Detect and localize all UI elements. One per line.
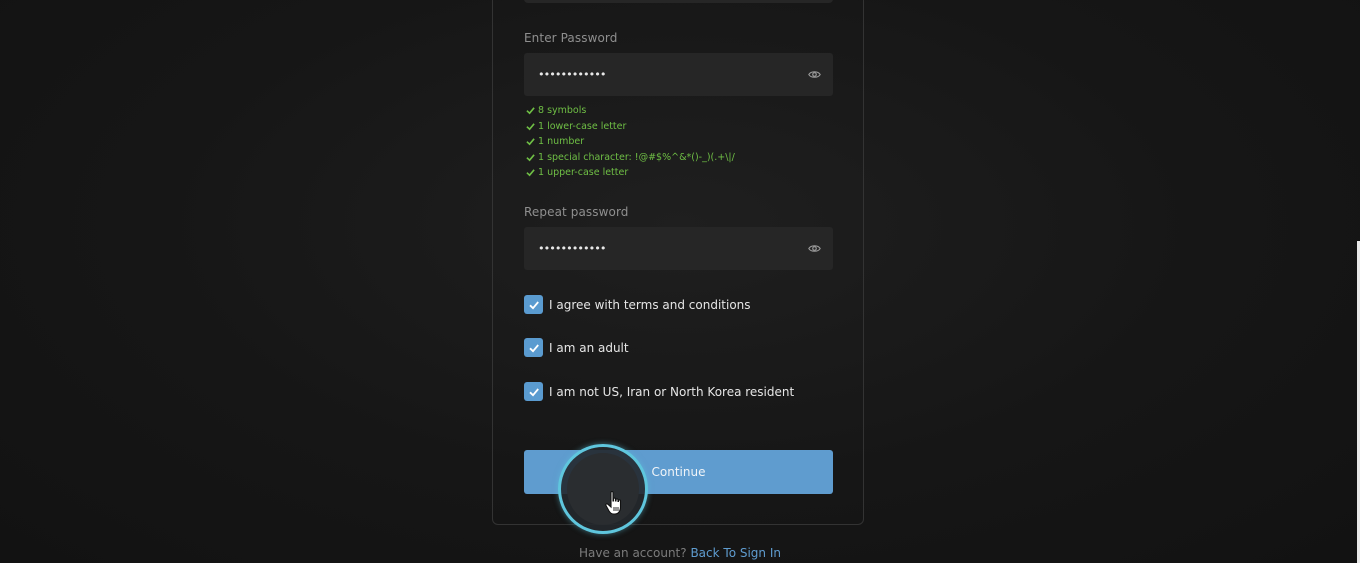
rule-item: 1 number bbox=[526, 134, 735, 150]
repeat-password-label: Repeat password bbox=[524, 205, 629, 219]
rule-item: 1 lower-case letter bbox=[526, 119, 735, 135]
terms-checkbox-row[interactable]: I agree with terms and conditions bbox=[524, 295, 751, 314]
adult-checkbox[interactable] bbox=[524, 338, 543, 357]
rule-item: 1 upper-case letter bbox=[526, 165, 735, 181]
rule-item: 1 special character: !@#$%^&*()-_)(.+\|/ bbox=[526, 150, 735, 166]
eye-icon[interactable] bbox=[808, 242, 821, 255]
hand-cursor-icon bbox=[605, 490, 622, 515]
password-label: Enter Password bbox=[524, 31, 618, 45]
terms-checkbox-label: I agree with terms and conditions bbox=[549, 297, 751, 312]
terms-checkbox[interactable] bbox=[524, 295, 543, 314]
checkmark-icon bbox=[528, 343, 539, 353]
back-to-sign-in-link[interactable]: Back To Sign In bbox=[690, 546, 781, 560]
check-icon bbox=[526, 107, 535, 115]
residency-checkbox-label: I am not US, Iran or North Korea residen… bbox=[549, 384, 795, 399]
rule-text: 1 number bbox=[538, 136, 585, 148]
repeat-password-value: •••••••••••• bbox=[538, 242, 606, 255]
rule-text: 1 special character: !@#$%^&*()-_)(.+\|/ bbox=[538, 151, 735, 163]
click-indicator bbox=[558, 444, 648, 534]
adult-checkbox-label: I am an adult bbox=[549, 340, 629, 355]
rule-text: 1 lower-case letter bbox=[538, 120, 627, 132]
adult-checkbox-row[interactable]: I am an adult bbox=[524, 338, 629, 357]
click-indicator-inner bbox=[567, 453, 639, 525]
check-icon bbox=[526, 123, 535, 131]
residency-checkbox-row[interactable]: I am not US, Iran or North Korea residen… bbox=[524, 382, 794, 401]
have-account-text: Have an account? bbox=[579, 546, 687, 560]
password-value: •••••••••••• bbox=[538, 68, 606, 81]
rule-item: 8 symbols bbox=[526, 103, 735, 119]
previous-field[interactable] bbox=[524, 0, 833, 3]
checkmark-icon bbox=[528, 300, 539, 310]
password-rules: 8 symbols 1 lower-case letter 1 number 1… bbox=[526, 103, 735, 181]
signin-footer: Have an account? Back To Sign In bbox=[0, 546, 1360, 560]
rule-text: 8 symbols bbox=[538, 105, 587, 117]
password-field[interactable]: •••••••••••• bbox=[524, 53, 833, 96]
eye-icon[interactable] bbox=[808, 68, 821, 81]
repeat-password-field[interactable]: •••••••••••• bbox=[524, 227, 833, 270]
residency-checkbox[interactable] bbox=[524, 382, 543, 401]
check-icon bbox=[526, 138, 535, 146]
page: Enter Password •••••••••••• 8 symbols 1 … bbox=[0, 0, 1360, 563]
check-icon bbox=[526, 169, 535, 177]
rule-text: 1 upper-case letter bbox=[538, 167, 629, 179]
check-icon bbox=[526, 154, 535, 162]
checkmark-icon bbox=[528, 387, 539, 397]
